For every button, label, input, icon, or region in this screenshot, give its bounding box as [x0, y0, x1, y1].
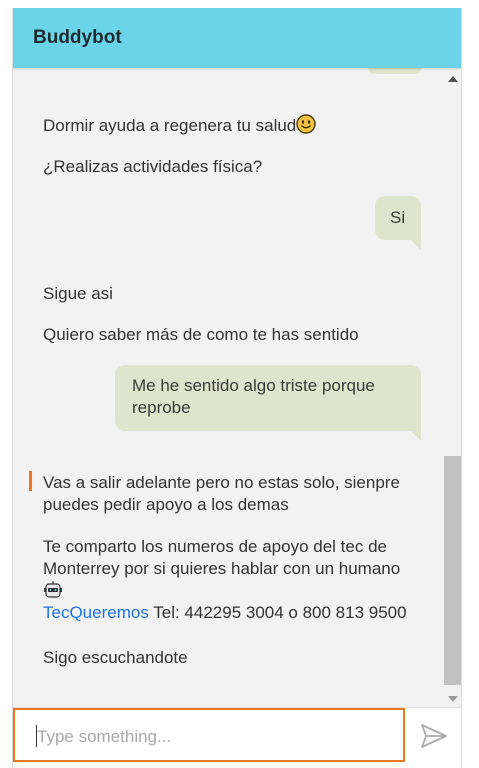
chat-title: Buddybot — [33, 27, 122, 48]
bot-message: Te comparto los numeros de apoyo del tec… — [43, 536, 418, 603]
scroll-thumb[interactable] — [444, 456, 461, 685]
bot-message: Sigue asi — [43, 284, 113, 303]
user-message-text: Me he sentido algo triste porque reprobe — [132, 376, 375, 417]
scroll-up-arrow-icon[interactable] — [448, 76, 458, 82]
bot-message: TecQueremos Tel: 442295 3004 o 800 813 9… — [43, 602, 418, 624]
scroll-down-arrow-icon[interactable] — [448, 696, 458, 702]
message-input-box[interactable] — [13, 708, 405, 762]
bot-message: Dormir ayuda a regenera tu salud — [43, 114, 418, 137]
robot-emoji-icon — [44, 581, 62, 598]
bot-message-text: Dormir ayuda a regenera tu salud — [43, 116, 297, 135]
bubble-tail — [411, 240, 421, 250]
bot-message: Sigo escuchandote — [43, 648, 188, 667]
composer-bar — [13, 707, 461, 768]
bot-message: Quiero saber más de como te has sentido — [43, 325, 359, 344]
user-message-bubble: Si — [375, 196, 421, 250]
message-accent-bar — [29, 471, 32, 491]
user-message-text: Si — [390, 208, 406, 227]
tecqueremos-link[interactable]: TecQueremos — [43, 603, 149, 622]
user-message-bubble-partial — [368, 68, 421, 74]
user-message-bubble: Me he sentido algo triste porque reprobe — [115, 365, 421, 441]
bot-message: ¿Realizas actividades física? — [43, 157, 263, 176]
message-scrollbar[interactable] — [443, 68, 461, 708]
send-icon[interactable] — [418, 720, 450, 752]
smiley-emoji-icon — [296, 114, 316, 134]
bot-message-text: Tel: 442295 3004 o 800 813 9500 — [148, 603, 407, 622]
message-list[interactable]: Dormir ayuda a regenera tu salud ¿Realiz… — [13, 68, 443, 708]
bot-message: Vas a salir adelante pero no estas solo,… — [43, 473, 400, 514]
text-caret — [36, 725, 37, 747]
message-input[interactable] — [35, 722, 389, 752]
chat-widget: Buddybot Dormir ayuda a regenera tu salu… — [12, 8, 462, 768]
chat-header: Buddybot — [13, 8, 461, 68]
bubble-tail — [411, 431, 421, 441]
bot-message-text: Te comparto los numeros de apoyo del tec… — [43, 537, 401, 578]
